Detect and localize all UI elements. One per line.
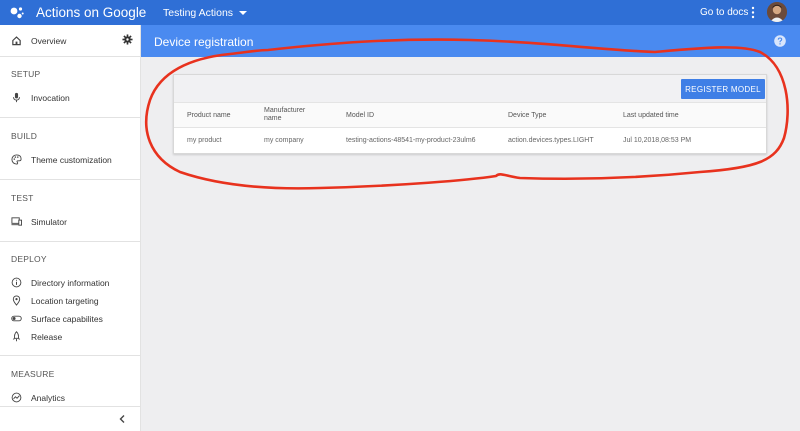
- sidebar-divider: [0, 241, 140, 242]
- column-header-last-updated-time: Last updated time: [623, 112, 679, 119]
- sidebar-item-simulator[interactable]: Simulator: [0, 213, 140, 231]
- gear-icon[interactable]: [122, 34, 133, 45]
- devices-icon: [11, 217, 22, 226]
- sidebar-divider: [0, 179, 140, 180]
- column-header-product-name: Product name: [187, 112, 231, 119]
- table-row[interactable]: my product my company testing-actions-48…: [174, 128, 766, 154]
- section-heading-setup: SETUP: [11, 69, 41, 79]
- sidebar-item-analytics[interactable]: Analytics: [0, 389, 140, 407]
- section-heading-build: BUILD: [11, 131, 38, 141]
- cell-last-updated-time: Jul 10,2018,08:53 PM: [623, 137, 692, 144]
- sidebar-item-label: Analytics: [31, 393, 66, 403]
- home-icon: [12, 36, 21, 46]
- column-header-device-type: Device Type: [508, 112, 547, 119]
- sidebar-item-theme-customization[interactable]: Theme customization: [0, 151, 140, 169]
- rocket-icon: [12, 331, 21, 342]
- cell-model-id: testing-actions-48541-my-product-23ulm6: [346, 137, 476, 144]
- section-heading-measure: MEASURE: [11, 369, 55, 379]
- table-header: Product name Manufacturer name Model ID …: [174, 102, 766, 128]
- assistant-logo-icon: [10, 7, 24, 19]
- column-header-model-id: Model ID: [346, 112, 375, 119]
- sidebar-item-label: Location targeting: [31, 296, 99, 306]
- toggle-icon: [11, 315, 22, 322]
- project-name: Testing Actions: [163, 7, 234, 19]
- user-avatar[interactable]: [767, 2, 787, 22]
- sidebar-item-label: Invocation: [31, 93, 70, 103]
- analytics-icon: [11, 392, 22, 403]
- caret-down-icon: [239, 11, 248, 15]
- cell-manufacturer-name: my company: [264, 137, 304, 144]
- sidebar-divider: [0, 355, 140, 356]
- palette-icon: [11, 154, 22, 165]
- register-model-button[interactable]: REGISTER MODEL: [681, 79, 765, 99]
- sidebar-divider: [0, 406, 140, 407]
- section-heading-deploy: DEPLOY: [11, 254, 47, 264]
- user-photo-icon: [767, 2, 787, 22]
- sidebar-item-label: Release: [31, 332, 63, 342]
- project-selector[interactable]: Testing Actions: [163, 7, 248, 19]
- cell-device-type: action.devices.types.LIGHT: [508, 137, 594, 144]
- card-toolbar: REGISTER MODEL: [174, 75, 766, 102]
- device-models-card: REGISTER MODEL Product name Manufacturer…: [173, 74, 767, 154]
- sidebar-item-directory-information[interactable]: Directory information: [0, 274, 140, 292]
- help-icon[interactable]: [774, 35, 786, 47]
- sidebar-divider: [0, 117, 140, 118]
- sidebar-item-label: Theme customization: [31, 155, 112, 165]
- collapse-sidebar-chevron-icon[interactable]: [118, 414, 126, 424]
- microphone-icon: [13, 92, 20, 103]
- app-title: Actions on Google: [36, 5, 147, 20]
- go-to-docs-link[interactable]: Go to docs: [700, 7, 748, 18]
- location-pin-icon: [12, 295, 21, 306]
- more-vert-icon[interactable]: [750, 6, 756, 19]
- page-title: Device registration: [154, 35, 254, 49]
- page-header: Device registration: [141, 25, 800, 57]
- sidebar-item-invocation[interactable]: Invocation: [0, 89, 140, 107]
- column-header-manufacturer-name: Manufacturer name: [264, 107, 306, 122]
- sidebar-overview-row: Overview: [0, 25, 140, 57]
- sidebar-item-label: Directory information: [31, 278, 110, 288]
- sidebar: Overview SETUP Invocation BUILD Theme cu…: [0, 25, 141, 431]
- top-app-bar: Actions on Google Testing Actions Go to …: [0, 0, 800, 25]
- info-icon: [11, 277, 22, 288]
- cell-product-name: my product: [187, 137, 222, 144]
- sidebar-item-overview[interactable]: Overview: [0, 32, 140, 50]
- sidebar-item-release[interactable]: Release: [0, 328, 140, 346]
- sidebar-item-label: Surface capabilites: [31, 314, 103, 324]
- sidebar-item-label: Overview: [31, 36, 67, 46]
- sidebar-item-location-targeting[interactable]: Location targeting: [0, 292, 140, 310]
- section-heading-test: TEST: [11, 193, 34, 203]
- sidebar-item-label: Simulator: [31, 217, 67, 227]
- sidebar-item-surface-capabilities[interactable]: Surface capabilites: [0, 310, 140, 328]
